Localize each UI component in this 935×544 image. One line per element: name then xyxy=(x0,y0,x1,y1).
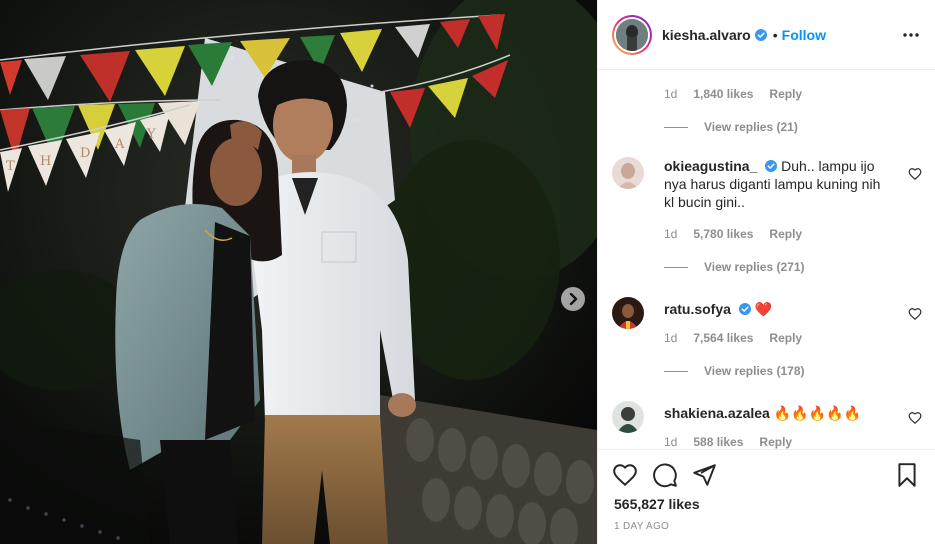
comment-username[interactable]: shakiena.azalea xyxy=(664,405,770,421)
comment-text: 🔥🔥🔥🔥🔥 xyxy=(773,405,861,421)
comment-item: shakiena.azalea 🔥🔥🔥🔥🔥 xyxy=(612,401,922,435)
post-header: kiesha.alvaro • Follow xyxy=(598,0,935,70)
verified-badge-icon xyxy=(765,160,778,172)
comment-meta: 1d 588 likes Reply xyxy=(664,435,808,449)
comment-username[interactable]: ratu.sofya xyxy=(664,301,731,317)
comment-username[interactable]: okieagustina_ xyxy=(664,158,757,174)
more-options-button[interactable] xyxy=(902,26,920,44)
header-separator: • xyxy=(772,26,778,43)
commenter-avatar[interactable] xyxy=(612,157,644,189)
author-avatar-image xyxy=(616,18,648,51)
commenter-avatar[interactable] xyxy=(612,297,644,329)
follow-button[interactable]: Follow xyxy=(782,27,826,43)
post-actions: 565,827 likes 1 DAY AGO xyxy=(598,449,935,544)
svg-text:D: D xyxy=(80,146,90,161)
comment-meta: 1d 1,840 likes Reply xyxy=(664,87,818,101)
heart-icon[interactable] xyxy=(612,462,638,488)
comment-item: ratu.sofya ❤️ xyxy=(612,297,922,331)
reply-button[interactable]: Reply xyxy=(769,331,802,345)
svg-text:Y: Y xyxy=(146,127,156,142)
comment-time: 1d xyxy=(664,227,678,241)
comments-list[interactable]: 1d 1,840 likes Reply View replies (21) o… xyxy=(598,71,935,449)
comment-meta: 1d 5,780 likes Reply xyxy=(664,227,818,241)
verified-badge-icon xyxy=(738,303,751,315)
svg-text:T: T xyxy=(6,159,15,174)
comment-item: okieagustina_ Duh.. lampu ijo nya harus … xyxy=(612,157,922,217)
bookmark-icon[interactable] xyxy=(894,462,920,488)
instagram-post: T H D A Y kiesha.alvaro • Follow 1d 1,84… xyxy=(0,0,935,544)
comment-likes[interactable]: 5,780 likes xyxy=(693,227,753,241)
svg-text:A: A xyxy=(114,137,125,152)
view-replies-button[interactable]: View replies (271) xyxy=(664,260,805,274)
avatar-ring-inner xyxy=(614,16,650,53)
view-replies-label: View replies (21) xyxy=(704,120,798,134)
photo-scene: T H D A Y xyxy=(0,0,597,544)
comment-body: ratu.sofya ❤️ xyxy=(664,300,884,318)
replies-line xyxy=(664,126,688,128)
comment-text: ❤️ xyxy=(754,301,773,317)
verified-badge-icon xyxy=(754,28,767,41)
heart-outline-icon[interactable] xyxy=(908,167,922,181)
comment-icon[interactable] xyxy=(652,462,678,488)
author-username[interactable]: kiesha.alvaro xyxy=(662,27,751,43)
heart-outline-icon[interactable] xyxy=(908,307,922,321)
reply-button[interactable]: Reply xyxy=(769,227,802,241)
post-time: 1 DAY AGO xyxy=(614,521,670,532)
post-photo[interactable]: T H D A Y xyxy=(0,0,597,544)
reply-button[interactable]: Reply xyxy=(759,435,792,449)
comment-likes[interactable]: 588 likes xyxy=(693,435,743,449)
comment-likes[interactable]: 1,840 likes xyxy=(693,87,753,101)
comment-likes[interactable]: 7,564 likes xyxy=(693,331,753,345)
post-side-panel: kiesha.alvaro • Follow 1d 1,840 likes Re… xyxy=(597,0,935,544)
view-replies-button[interactable]: View replies (21) xyxy=(664,120,798,134)
view-replies-label: View replies (271) xyxy=(704,260,805,274)
next-arrow-icon xyxy=(569,293,578,305)
svg-text:H: H xyxy=(40,154,51,169)
share-icon[interactable] xyxy=(691,462,717,488)
comment-time: 1d xyxy=(664,87,678,101)
commenter-avatar[interactable] xyxy=(612,401,644,433)
comment-time: 1d xyxy=(664,435,678,449)
replies-line xyxy=(664,370,688,372)
reply-button[interactable]: Reply xyxy=(769,87,802,101)
more-options-icon xyxy=(903,33,919,37)
replies-line xyxy=(664,266,688,268)
view-replies-label: View replies (178) xyxy=(704,364,805,378)
view-replies-button[interactable]: View replies (178) xyxy=(664,364,805,378)
comment-meta: 1d 7,564 likes Reply xyxy=(664,331,818,345)
comment-body: okieagustina_ Duh.. lampu ijo nya harus … xyxy=(664,157,884,211)
author-avatar[interactable] xyxy=(612,14,652,55)
next-photo-button[interactable] xyxy=(561,287,585,311)
total-likes[interactable]: 565,827 likes xyxy=(614,496,700,512)
comment-body: shakiena.azalea 🔥🔥🔥🔥🔥 xyxy=(664,404,884,422)
heart-outline-icon[interactable] xyxy=(908,411,922,425)
comment-time: 1d xyxy=(664,331,678,345)
